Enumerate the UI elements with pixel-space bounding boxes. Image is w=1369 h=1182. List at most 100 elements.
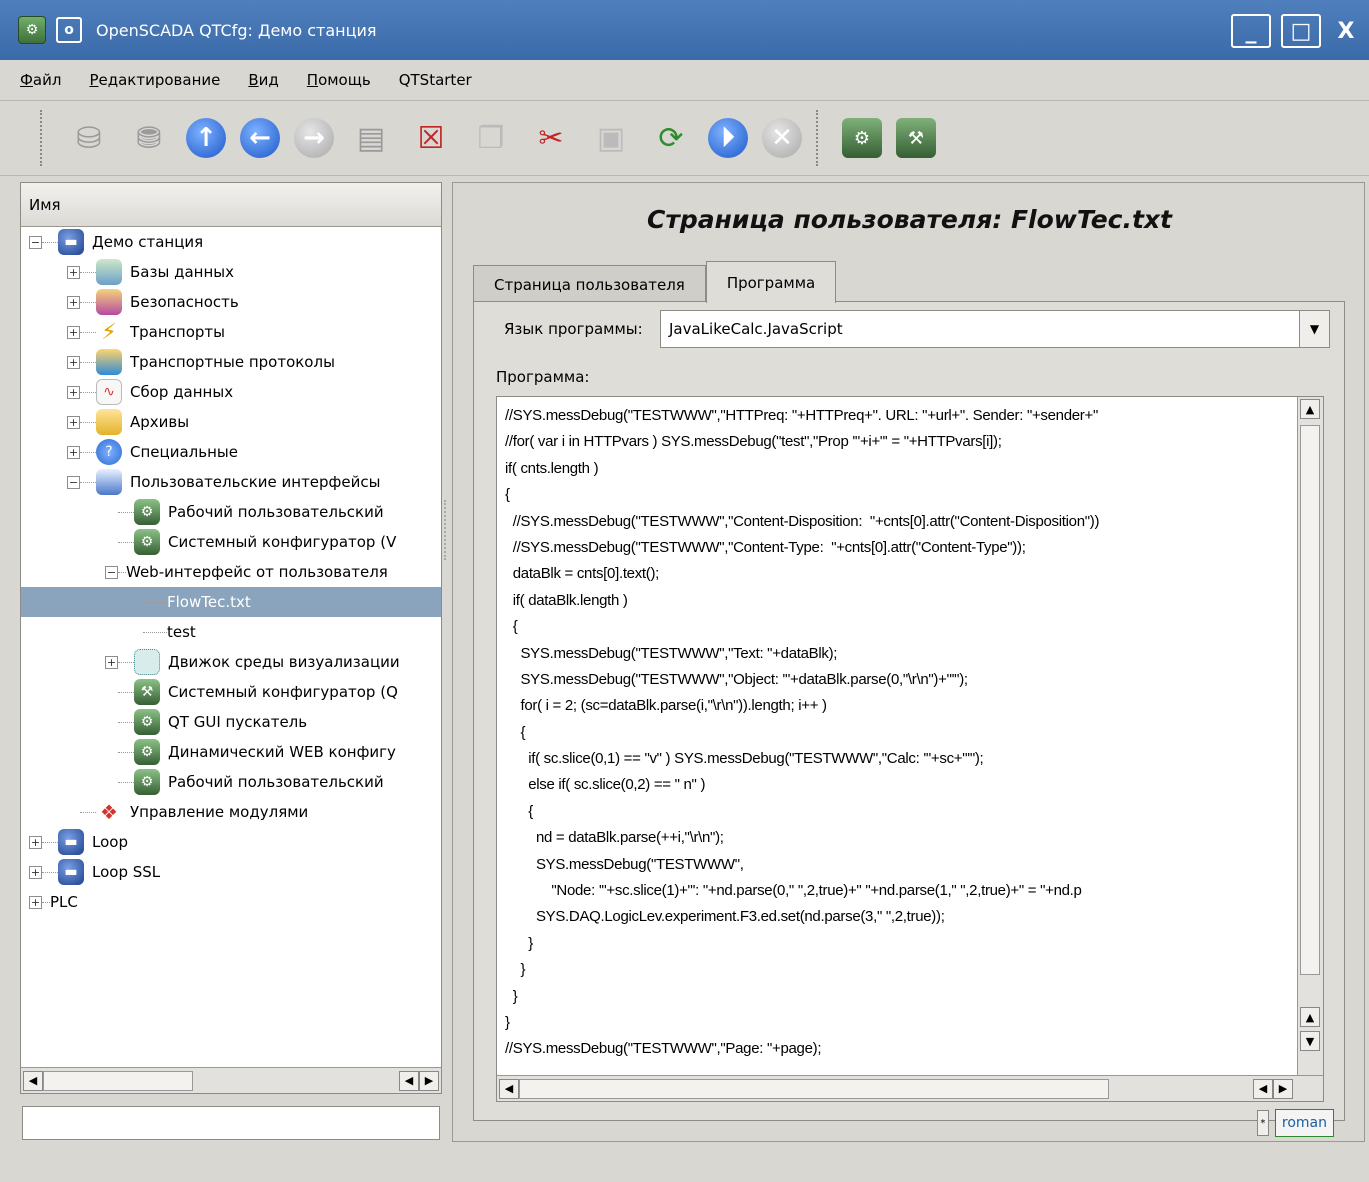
tree-item-flowtec[interactable]: FlowTec.txt <box>21 587 441 617</box>
start-icon[interactable]: ⏵ <box>708 118 748 158</box>
window-titlebar[interactable]: ⚙ o OpenSCADA QTCfg: Демо станция _ □ X <box>0 0 1369 60</box>
scroll-thumb[interactable] <box>43 1070 193 1091</box>
collapse-icon[interactable]: − <box>105 565 118 579</box>
openscada-app-icon[interactable]: ⚙ <box>18 16 46 44</box>
db-save-icon[interactable]: ⛃ <box>126 115 172 161</box>
window-menu-icon[interactable]: o <box>56 17 82 43</box>
add-item-icon[interactable]: ▤ <box>348 115 394 161</box>
scroll-left-icon[interactable]: ◀ <box>23 1070 43 1091</box>
expand-icon[interactable]: + <box>67 415 80 429</box>
expand-icon[interactable]: + <box>29 865 42 879</box>
scroll-thumb[interactable] <box>519 1078 1109 1099</box>
tree-item-webcfgd[interactable]: ⚙ Динамический WEB конфигу <box>21 737 441 767</box>
code-line: //SYS.messDebug("TESTWWW","HTTPreq: "+HT… <box>505 407 1098 424</box>
menu-edit[interactable]: Редактирование <box>89 71 220 89</box>
program-editor[interactable]: //SYS.messDebug("TESTWWW","HTTPreq: "+HT… <box>496 396 1324 1102</box>
expand-icon[interactable]: + <box>67 445 80 459</box>
navigation-tree[interactable]: − ▬ Демо станция + Базы данных + Безопас… <box>21 227 441 1049</box>
qtstarter-app-icon[interactable]: ⚙ <box>842 118 882 158</box>
tree-item-vision[interactable]: ⚙ Рабочий пользовательский <box>21 497 441 527</box>
archive-icon <box>96 409 122 435</box>
tree-horizontal-scrollbar[interactable]: ◀ ◀ ▶ <box>21 1067 441 1093</box>
splitter-handle[interactable] <box>444 500 450 560</box>
cut-icon[interactable]: ✂ <box>528 115 574 161</box>
menu-help[interactable]: Помощь <box>307 71 371 89</box>
menu-file[interactable]: Файл <box>20 71 61 89</box>
scroll-left-icon[interactable]: ◀ <box>1253 1078 1273 1099</box>
tree-item-loop[interactable]: + ▬ Loop <box>21 827 441 857</box>
tree-item-daq[interactable]: + ∿ Сбор данных <box>21 377 441 407</box>
tree-item-test[interactable]: test <box>21 617 441 647</box>
tree-item-modules[interactable]: ❖ Управление модулями <box>21 797 441 827</box>
scroll-up-icon[interactable]: ▲ <box>1300 399 1320 419</box>
language-select[interactable]: JavaLikeCalc.JavaScript ▼ <box>660 310 1330 348</box>
scroll-down-icon[interactable]: ▼ <box>1300 1031 1320 1051</box>
scroll-right-icon[interactable]: ▶ <box>1273 1078 1293 1099</box>
expand-icon[interactable]: + <box>67 325 80 339</box>
scroll-right-icon[interactable]: ▶ <box>419 1070 439 1091</box>
status-bar-right: * roman <box>1256 1109 1334 1137</box>
tree-item-security[interactable]: + Безопасность <box>21 287 441 317</box>
chevron-down-icon[interactable]: ▼ <box>1299 311 1329 347</box>
expand-icon[interactable]: + <box>67 385 80 399</box>
delete-item-icon[interactable]: ☒ <box>408 115 454 161</box>
db-load-icon[interactable]: ⛁ <box>66 115 112 161</box>
scroll-left-icon[interactable]: ◀ <box>399 1070 419 1091</box>
copy-icon[interactable]: ❐ <box>468 115 514 161</box>
tab-program[interactable]: Программа <box>705 261 837 303</box>
expand-icon[interactable]: + <box>67 355 80 369</box>
minimize-button[interactable]: _ <box>1231 14 1271 48</box>
tree-item-qtstarter[interactable]: ⚙ QT GUI пускатель <box>21 707 441 737</box>
collapse-icon[interactable]: − <box>29 235 42 249</box>
tree-item-databases[interactable]: + Базы данных <box>21 257 441 287</box>
expand-icon[interactable]: + <box>67 265 80 279</box>
menu-view[interactable]: Вид <box>248 71 278 89</box>
refresh-icon[interactable]: ⟳ <box>648 115 694 161</box>
tree-item-transports[interactable]: + ⚡ Транспорты <box>21 317 441 347</box>
scroll-up-icon[interactable]: ▲ <box>1300 1007 1320 1027</box>
expand-icon[interactable]: + <box>105 655 118 669</box>
tree-item-webvision[interactable]: ⚙ Рабочий пользовательский <box>21 767 441 797</box>
maximize-button[interactable]: □ <box>1281 14 1321 48</box>
expand-icon[interactable]: + <box>29 835 42 849</box>
scroll-left-icon[interactable]: ◀ <box>499 1078 519 1099</box>
code-line: { <box>505 723 526 741</box>
tree-item-archives[interactable]: + Архивы <box>21 407 441 437</box>
qtstarter-icon: ⚙ <box>134 709 160 735</box>
tab-user-page[interactable]: Страница пользователя <box>473 265 706 303</box>
tree-item-protocols[interactable]: + Транспортные протоколы <box>21 347 441 377</box>
stop-icon[interactable]: ✕ <box>762 118 802 158</box>
code-line: } <box>505 987 518 1005</box>
tree-item-loop-ssl[interactable]: + ▬ Loop SSL <box>21 857 441 887</box>
tree-item-plc[interactable]: + PLC <box>21 887 441 917</box>
editor-horizontal-scrollbar[interactable]: ◀ ◀ ▶ <box>497 1075 1323 1101</box>
toolbar-grip-2[interactable] <box>816 110 824 166</box>
up-icon[interactable]: ↑ <box>186 118 226 158</box>
code-line: SYS.messDebug("TESTWWW","Object: '"+data… <box>505 670 968 688</box>
close-button[interactable]: X <box>1331 14 1361 48</box>
back-icon[interactable]: ← <box>240 118 280 158</box>
tree-item-special[interactable]: + ? Специальные <box>21 437 441 467</box>
forward-icon[interactable]: → <box>294 118 334 158</box>
program-code[interactable]: //SYS.messDebug("TESTWWW","HTTPreq: "+HT… <box>505 403 1295 1069</box>
toolbar: ⛁ ⛃ ↑ ← → ▤ ☒ ❐ ✂ ▣ ⟳ ⏵ ✕ ⚙ ⚒ <box>0 100 1369 176</box>
paste-icon[interactable]: ▣ <box>588 115 634 161</box>
expand-icon[interactable]: + <box>67 295 80 309</box>
expand-icon[interactable]: + <box>29 895 42 909</box>
tree-item-vcaengine[interactable]: + Движок среды визуализации <box>21 647 441 677</box>
code-line: nd = dataBlk.parse(++i,"\r\n"); <box>505 829 724 847</box>
editor-vertical-scrollbar[interactable]: ▲ ▲ ▼ <box>1297 397 1323 1077</box>
scroll-thumb[interactable] <box>1300 425 1320 975</box>
status-grip-icon[interactable]: * <box>1256 1110 1269 1136</box>
toolbar-grip[interactable] <box>40 110 48 166</box>
current-user-badge[interactable]: roman <box>1274 1109 1334 1137</box>
menu-qtstarter[interactable]: QTStarter <box>399 71 472 89</box>
tree-item-user-interfaces[interactable]: − Пользовательские интерфейсы <box>21 467 441 497</box>
tree-column-header[interactable]: Имя <box>21 183 441 227</box>
collapse-icon[interactable]: − <box>67 475 80 489</box>
tree-item-webcfg[interactable]: ⚙ Системный конфигуратор (V <box>21 527 441 557</box>
tree-item-qtcfg[interactable]: ⚒ Системный конфигуратор (Q <box>21 677 441 707</box>
qtcfg-app-icon[interactable]: ⚒ <box>896 118 936 158</box>
tree-item-demo-station[interactable]: − ▬ Демо станция <box>21 227 441 257</box>
tree-item-webuser[interactable]: − Web-интерфейс от пользователя <box>21 557 441 587</box>
